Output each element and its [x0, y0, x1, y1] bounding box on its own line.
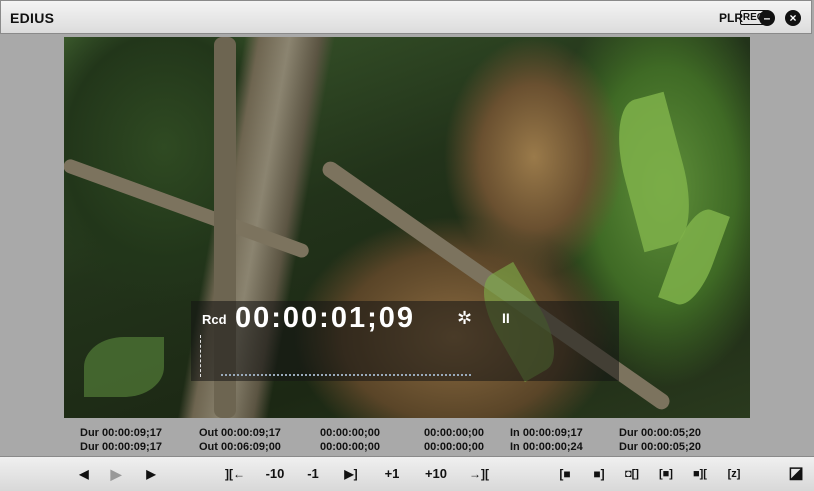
- next-frame-button[interactable]: ▶: [142, 464, 160, 484]
- audio-meter: [200, 335, 202, 377]
- audio-meter-dots: [221, 374, 471, 378]
- info-line: Dur 00:00:05;20: [619, 427, 701, 439]
- info-col4: 00:00:00;00 00:00:00;00: [424, 426, 484, 454]
- insert-button[interactable]: [■]: [654, 464, 678, 484]
- minimize-icon[interactable]: –: [759, 10, 775, 26]
- info-line: 00:00:00;00: [320, 441, 380, 453]
- info-line: Dur 00:00:05;20: [619, 441, 701, 453]
- set-out-button[interactable]: ■]: [588, 464, 610, 484]
- minus10-button[interactable]: -10: [260, 464, 290, 484]
- app-title: EDIUS: [10, 10, 55, 26]
- toggle-view-icon[interactable]: ◪: [786, 464, 806, 484]
- info-dur-left: Dur 00:00:09;17 Dur 00:00:09;17: [80, 426, 162, 454]
- title-bar: EDIUS PLR REC – ×: [0, 0, 812, 34]
- transport-bar: ◀ ▶ ▶ ][← -10 -1 ▶] +1 +10 →][ [■ ■] ◘[]…: [0, 456, 814, 491]
- info-in: In 00:00:09;17 In 00:00:00;24: [510, 426, 583, 454]
- prev-frame-button[interactable]: ◀: [74, 464, 94, 484]
- leaf: [84, 337, 164, 397]
- overwrite-button[interactable]: ■][: [688, 464, 712, 484]
- info-line: 00:00:00;00: [320, 427, 380, 439]
- goto-in-button[interactable]: ][←: [222, 464, 248, 484]
- pause-icon: II: [502, 310, 510, 326]
- plus1-button[interactable]: +1: [380, 464, 404, 484]
- info-line: Dur 00:00:09;17: [80, 441, 162, 453]
- info-line: 00:00:00;00: [424, 441, 484, 453]
- goto-out-button[interactable]: →][: [466, 464, 492, 484]
- rcd-label: Rcd: [202, 312, 227, 327]
- zoom-button[interactable]: [z]: [722, 464, 746, 484]
- timecode-overlay: Rcd 00:00:01;09 ✲ II: [191, 301, 619, 381]
- info-line: 00:00:00;00: [424, 427, 484, 439]
- info-col3: 00:00:00;00 00:00:00;00: [320, 426, 380, 454]
- minus1-button[interactable]: -1: [302, 464, 324, 484]
- info-line: In 00:00:00;24: [510, 441, 583, 453]
- timecode: 00:00:01;09: [235, 302, 415, 334]
- split-in-out-button[interactable]: ◘[]: [620, 464, 644, 484]
- info-dur-right: Dur 00:00:05;20 Dur 00:00:05;20: [619, 426, 701, 454]
- step-out-button[interactable]: ▶]: [340, 464, 362, 484]
- info-line: Out 00:06:09;00: [199, 441, 281, 453]
- branch: [64, 157, 311, 260]
- info-line: Out 00:00:09;17: [199, 427, 281, 439]
- info-line: Dur 00:00:09;17: [80, 427, 162, 439]
- info-out: Out 00:00:09;17 Out 00:06:09;00: [199, 426, 281, 454]
- info-line: In 00:00:09;17: [510, 427, 583, 439]
- play-button[interactable]: ▶: [104, 464, 128, 484]
- plus10-button[interactable]: +10: [420, 464, 452, 484]
- set-in-button[interactable]: [■: [554, 464, 576, 484]
- star-icon: ✲: [457, 308, 473, 328]
- close-icon[interactable]: ×: [785, 10, 801, 26]
